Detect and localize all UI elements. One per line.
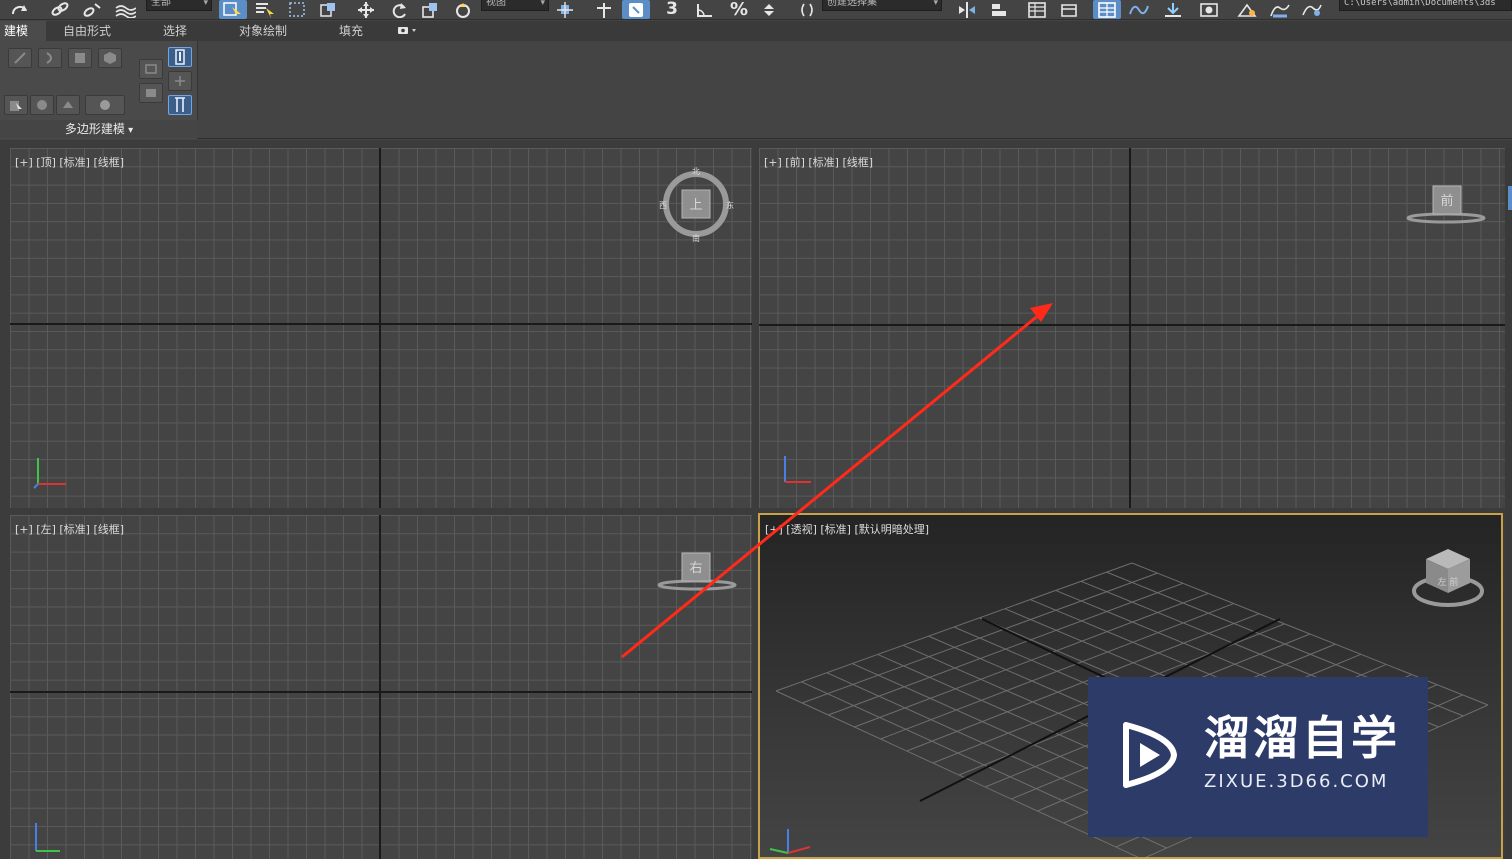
viewcube[interactable]: 前 <box>1405 182 1487 226</box>
watermark-name: 溜溜自学 <box>1204 711 1400 765</box>
unlink-icon[interactable] <box>80 0 104 19</box>
compass-north: 北 <box>692 167 700 176</box>
axis-tripod-icon <box>35 823 60 852</box>
pin-stack-icon[interactable] <box>168 47 192 67</box>
scale-icon[interactable] <box>418 0 444 19</box>
viewport-front[interactable]: [+] [前] [标准] [线框] 前 <box>759 148 1505 508</box>
viewport-top[interactable]: [+] [顶] [标准] [线框] 上 北 东 南 西 <box>10 148 752 508</box>
selection-filter-dropdown[interactable]: 全部 <box>146 0 212 11</box>
curve-editor-icon[interactable] <box>1126 0 1152 19</box>
viewport-front-label[interactable]: [+] [前] [标准] [线框] <box>764 154 873 170</box>
compass-east: 东 <box>726 200 734 210</box>
axis-tripod-icon <box>769 829 811 854</box>
viewport-left[interactable]: [+] [左] [标准] [线框] 右 <box>10 515 752 859</box>
select-object-icon[interactable] <box>219 0 247 19</box>
tab-selection[interactable]: 选择 <box>163 21 187 41</box>
toggle-ribbon-icon[interactable] <box>1056 0 1082 19</box>
material-editor-icon[interactable] <box>1196 0 1222 19</box>
preserve-uvs-icon[interactable] <box>168 95 192 115</box>
viewcube[interactable]: 上 北 东 南 西 <box>658 166 734 242</box>
home-grid-x-axis <box>10 323 752 325</box>
edge-mode-icon[interactable] <box>38 48 62 68</box>
select-manipulate-icon[interactable] <box>591 0 617 19</box>
viewcube[interactable]: 左 前 <box>1408 545 1488 611</box>
compass-south: 南 <box>692 233 700 242</box>
compass-west: 西 <box>659 201 667 210</box>
viewcube-face-label: 左 前 <box>1438 576 1459 588</box>
angle-snap-icon[interactable] <box>693 0 717 19</box>
tab-freeform[interactable]: 自由形式 <box>63 21 111 41</box>
viewcube[interactable]: 右 <box>656 549 738 593</box>
bind-space-warp-icon[interactable] <box>112 0 138 19</box>
home-grid-x-axis <box>759 324 1505 326</box>
mirror-icon[interactable] <box>953 0 981 19</box>
named-selection-dropdown[interactable]: 创建选择集 <box>822 0 942 11</box>
play-logo-icon <box>1123 722 1178 788</box>
home-grid-z-axis <box>1129 148 1131 508</box>
edit-named-selection-icon[interactable] <box>795 0 819 19</box>
window-crossing-icon[interactable] <box>316 0 342 19</box>
pivot-center-icon[interactable] <box>552 0 578 19</box>
link-icon[interactable] <box>48 0 72 19</box>
watermark: 溜溜自学 ZIXUE.3D66.COM <box>1088 677 1428 837</box>
spinner-snap-icon[interactable] <box>757 0 781 19</box>
ribbon-options-icon[interactable] <box>396 21 420 41</box>
render-production-icon[interactable] <box>1298 0 1326 19</box>
select-mode-icon[interactable] <box>30 95 54 115</box>
render-setup-icon[interactable] <box>1234 0 1260 19</box>
show-end-result-icon[interactable] <box>85 95 125 115</box>
scene-explorer-icon[interactable] <box>1093 0 1121 19</box>
viewport-top-label[interactable]: [+] [顶] [标准] [线框] <box>15 154 124 170</box>
tab-object-paint[interactable]: 对象绘制 <box>239 21 287 41</box>
snaps-toggle-icon[interactable]: 3 <box>660 0 684 19</box>
redo-icon[interactable] <box>6 0 34 19</box>
vertex-mode-icon[interactable] <box>8 48 32 68</box>
layer-explorer-icon[interactable] <box>1024 0 1050 19</box>
collapse-stack-icon[interactable] <box>168 71 192 91</box>
reference-coord-dropdown[interactable]: 视图 <box>481 0 549 11</box>
axis-tripod-icon <box>33 458 66 489</box>
schematic-view-icon[interactable] <box>1160 0 1186 19</box>
keyboard-shortcut-override-icon[interactable] <box>622 0 650 19</box>
tab-populate[interactable]: 填充 <box>339 21 363 41</box>
tab-modeling[interactable]: 建模 <box>0 21 46 41</box>
viewcube-face-label: 上 <box>689 198 702 213</box>
select-by-name-icon[interactable] <box>252 0 278 19</box>
rendered-frame-window-icon[interactable] <box>1266 0 1294 19</box>
element-mode-icon[interactable] <box>98 48 122 68</box>
use-soft-selection-icon[interactable] <box>56 95 80 115</box>
move-icon[interactable] <box>352 0 380 19</box>
align-icon[interactable] <box>986 0 1014 19</box>
command-panel-toggle[interactable] <box>1508 186 1512 210</box>
watermark-url: ZIXUE.3D66.COM <box>1204 771 1389 792</box>
viewcube-face-label: 前 <box>1440 193 1453 209</box>
ribbon-group-label[interactable]: 多边形建模 <box>0 120 198 138</box>
snaps-value: 3 <box>666 0 678 19</box>
modify-stack-up-icon[interactable] <box>139 59 163 79</box>
home-grid-y-axis <box>379 148 381 508</box>
ribbon-panel: 多边形建模 <box>0 41 1512 139</box>
polygon-modeling-group: 多边形建模 <box>0 41 198 139</box>
home-grid-y-axis <box>10 691 752 693</box>
main-toolbar: 全部 视图 3 % 创建选择集 <box>0 0 1512 20</box>
percent-snap-icon[interactable]: % <box>726 0 752 19</box>
polygon-mode-icon[interactable] <box>68 48 92 68</box>
viewport-left-label[interactable]: [+] [左] [标准] [线框] <box>15 521 124 537</box>
home-grid-z-axis <box>379 515 381 859</box>
right-edge-strip <box>1505 148 1512 859</box>
project-path-field[interactable]: C:\Users\admin\Documents\3ds <box>1339 0 1512 11</box>
viewcube-face-label: 右 <box>689 561 702 576</box>
modify-stack-down-icon[interactable] <box>139 83 163 103</box>
rotate-icon[interactable] <box>386 0 412 19</box>
rectangle-selection-icon[interactable] <box>284 0 310 19</box>
modify-mode-icon[interactable] <box>4 95 28 115</box>
ribbon-tab-bar: 建模 自由形式 选择 对象绘制 填充 <box>0 21 1512 41</box>
placement-icon[interactable] <box>450 0 476 19</box>
axis-tripod-icon <box>784 456 811 483</box>
